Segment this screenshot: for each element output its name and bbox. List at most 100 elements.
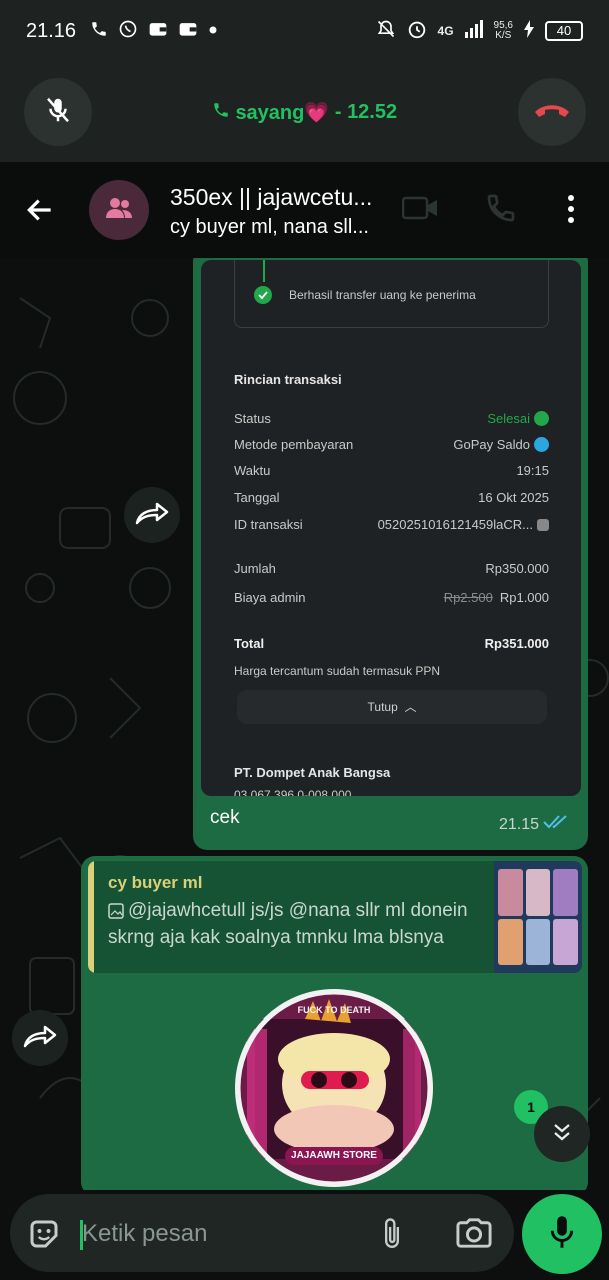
ongoing-call-bar[interactable]: sayang💗 - 12.52 bbox=[0, 62, 609, 162]
detail-row: ID transaksi 0520251016121459laCR... bbox=[234, 517, 549, 535]
chat-members[interactable]: cy buyer ml, nana sll... bbox=[170, 216, 369, 239]
details-title: Rincian transaksi bbox=[234, 372, 342, 387]
quote-author: cy buyer ml bbox=[108, 873, 203, 892]
total-label: Total bbox=[234, 636, 265, 651]
message-caption: cek bbox=[210, 807, 240, 828]
end-call-button[interactable] bbox=[518, 78, 586, 146]
bell-off-icon bbox=[376, 19, 396, 44]
whatsapp-icon bbox=[118, 19, 138, 44]
detail-value: Rp1.000 bbox=[499, 590, 549, 605]
quoted-message[interactable]: cy buyer ml @jajawhcetull js/js @nana sl… bbox=[88, 861, 582, 973]
check-circle-icon bbox=[534, 411, 549, 426]
call-contact-name: sayang💗 bbox=[235, 102, 330, 124]
quote-text: @jajawhcetull js/js @nana sllr ml donein… bbox=[108, 900, 468, 948]
wallet-icon bbox=[178, 20, 198, 43]
voice-call-icon[interactable] bbox=[485, 192, 517, 229]
video-icon[interactable] bbox=[401, 194, 438, 227]
detail-label: Waktu bbox=[234, 463, 271, 478]
gopay-icon bbox=[534, 437, 549, 452]
group-icon bbox=[105, 197, 133, 224]
detail-label: Jumlah bbox=[234, 561, 276, 576]
detail-row: Tanggal 16 Okt 2025 bbox=[234, 490, 549, 508]
ppn-note: Harga tercantum sudah termasuk PPN bbox=[234, 664, 441, 678]
charging-icon bbox=[523, 19, 535, 44]
total-value: Rp351.000 bbox=[484, 636, 549, 651]
wallet-icon bbox=[148, 20, 168, 43]
detail-label: Status bbox=[234, 411, 271, 426]
quote-text-block: @jajawhcetull js/js @nana sllr ml donein… bbox=[108, 899, 476, 950]
chat-title[interactable]: 350ex || jajawcetu... bbox=[170, 184, 372, 211]
voice-record-button[interactable] bbox=[522, 1194, 602, 1274]
detail-row: Jumlah Rp350.000 bbox=[234, 561, 549, 579]
composer: Ketik pesan bbox=[0, 1190, 609, 1280]
status-time: 21.16 bbox=[26, 19, 77, 42]
phone-icon bbox=[90, 20, 108, 43]
scroll-to-bottom-button[interactable] bbox=[534, 1106, 590, 1162]
detail-row: Biaya admin Rp2.500 Rp1.000 bbox=[234, 590, 549, 608]
image-attachment[interactable]: Berhasil transfer uang ke penerima Rinci… bbox=[201, 260, 581, 796]
alarm-icon bbox=[406, 18, 428, 45]
detail-label: Metode pembayaran bbox=[234, 437, 354, 452]
group-avatar[interactable] bbox=[89, 180, 149, 240]
forward-icon bbox=[135, 501, 169, 530]
sticker-bottom-text: JAJAAWH STORE bbox=[291, 1150, 377, 1161]
detail-row: Waktu 19:15 bbox=[234, 463, 549, 481]
message-time: 21.15 bbox=[498, 815, 539, 833]
call-duration: 12.52 bbox=[347, 101, 398, 123]
detail-label: ID transaksi bbox=[234, 517, 303, 532]
net-speed: 95,6 K/S bbox=[493, 20, 513, 41]
status-bar: 21.16 4G 95,6 K/S 40 bbox=[0, 0, 609, 62]
detail-value: 0520251016121459laCR... bbox=[377, 517, 533, 532]
company-name: PT. Dompet Anak Bangsa bbox=[234, 765, 391, 780]
detail-value: Selesai bbox=[487, 411, 530, 426]
success-check-icon bbox=[254, 286, 272, 304]
forward-button[interactable] bbox=[124, 487, 180, 543]
forward-button[interactable] bbox=[12, 1010, 68, 1066]
camera-icon[interactable] bbox=[455, 1216, 493, 1255]
collapse-button: Tutup ︿ bbox=[237, 690, 547, 724]
timeline-line bbox=[263, 260, 265, 282]
total-row: Total Rp351.000 bbox=[234, 636, 549, 651]
chevron-down-icon bbox=[550, 1120, 574, 1149]
back-arrow-icon[interactable] bbox=[24, 194, 56, 231]
sticker-top-text: FUCK TO DEATH bbox=[297, 1005, 371, 1015]
detail-old-value: Rp2.500 bbox=[443, 590, 493, 605]
detail-value: GoPay Saldo bbox=[453, 437, 530, 452]
forward-icon bbox=[23, 1024, 57, 1053]
attach-icon[interactable] bbox=[378, 1216, 406, 1257]
network-type: 4G bbox=[437, 24, 454, 38]
message-input-container[interactable]: Ketik pesan bbox=[10, 1194, 514, 1272]
detail-row: Status Selesai bbox=[234, 411, 549, 429]
chat-header: 350ex || jajawcetu... cy buyer ml, nana … bbox=[0, 162, 609, 258]
detail-row: Metode pembayaran GoPay Saldo bbox=[234, 437, 549, 455]
chevron-up-icon: ︿ bbox=[401, 700, 417, 714]
notification-dot-icon bbox=[208, 22, 218, 40]
message-meta: 21.15 bbox=[499, 814, 573, 835]
message-bubble-outgoing[interactable]: Berhasil transfer uang ke penerima Rinci… bbox=[193, 258, 588, 850]
chat-area[interactable]: Berhasil transfer uang ke penerima Rinci… bbox=[0, 258, 609, 1190]
mic-icon bbox=[549, 1215, 575, 1254]
phone-icon bbox=[212, 102, 236, 124]
quote-accent-bar bbox=[88, 861, 94, 973]
collapse-label: Tutup bbox=[367, 700, 398, 714]
detail-label: Tanggal bbox=[234, 490, 280, 505]
company-account: 03.067.396.0-008.000 bbox=[234, 788, 352, 796]
battery-level: 40 bbox=[545, 21, 583, 41]
detail-value: 16 Okt 2025 bbox=[478, 490, 549, 505]
copy-icon bbox=[537, 518, 549, 531]
message-bubble-outgoing[interactable]: cy buyer ml @jajawhcetull js/js @nana sl… bbox=[81, 856, 588, 1190]
sticker-image[interactable]: FUCK TO DEATH JAJAAWH STORE bbox=[235, 989, 433, 1187]
detail-value: Rp350.000 bbox=[485, 561, 549, 576]
emoji-icon[interactable] bbox=[26, 1216, 62, 1257]
success-text: Berhasil transfer uang ke penerima bbox=[289, 288, 476, 302]
detail-value: 19:15 bbox=[516, 463, 549, 478]
quote-thumbnail bbox=[494, 861, 582, 973]
menu-icon[interactable] bbox=[566, 194, 576, 229]
double-check-icon bbox=[543, 814, 573, 835]
image-icon bbox=[108, 902, 124, 926]
end-call-icon bbox=[533, 100, 571, 125]
call-separator: - bbox=[334, 101, 342, 123]
detail-label: Biaya admin bbox=[234, 590, 306, 605]
message-input[interactable]: Ketik pesan bbox=[82, 1220, 207, 1248]
signal-icon bbox=[464, 19, 484, 44]
